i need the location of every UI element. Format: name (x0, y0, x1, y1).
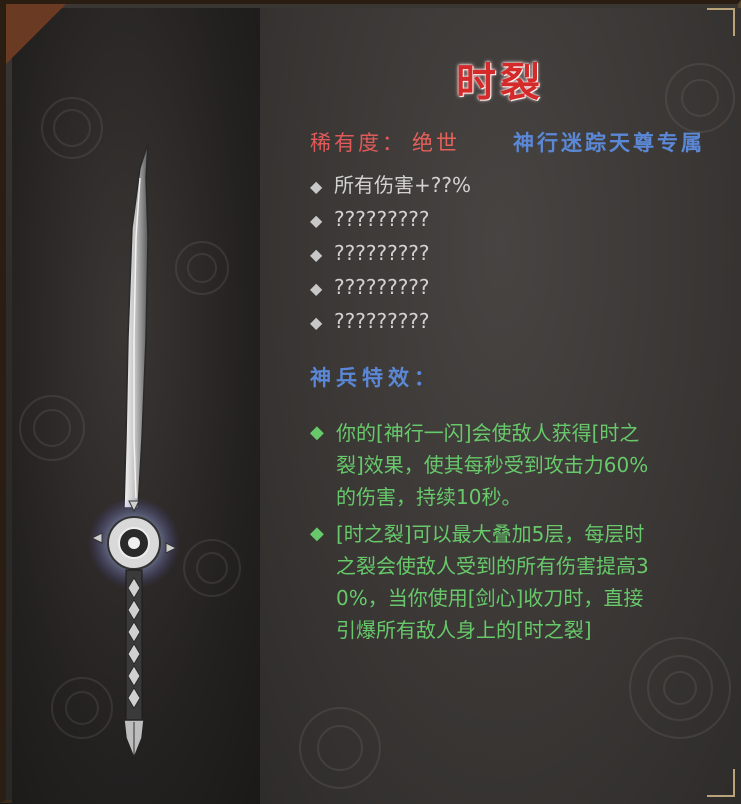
diamond-icon: ◆ (310, 422, 324, 443)
effect-line: 的伤害，持续10秒。 (336, 485, 522, 509)
stat-item: ◆ 所有伤害+??% (310, 172, 710, 206)
special-effect-item: ◆ 你的[神行一闪]会使敌人获得[时之 裂]效果，使其每秒受到攻击力60% 的伤… (308, 417, 708, 513)
effect-line: 引爆所有敌人身上的[时之裂] (336, 618, 592, 642)
diamond-icon: ◆ (310, 523, 324, 544)
stat-list: ◆ 所有伤害+??% ◆????????? ◆????????? ◆???????… (310, 172, 710, 342)
rarity-row: 稀有度： 绝世 神行迷踪天尊专属 (310, 127, 730, 157)
special-effect-heading: 神兵特效： (310, 365, 440, 390)
rarity-label: 稀有度： (310, 131, 406, 155)
stat-text: ????????? (334, 309, 430, 333)
weapon-art-panel (12, 8, 260, 804)
special-effect-item: ◆ [时之裂]可以最大叠加5层，每层时 之裂会使敌人受到的所有伤害提高3 0%，… (308, 518, 708, 646)
effect-line: 之裂会使敌人受到的所有伤害提高3 (336, 554, 649, 578)
diamond-icon: ◆ (310, 279, 323, 298)
item-tooltip-frame (0, 0, 741, 804)
stat-item: ◆????????? (310, 206, 710, 240)
rarity-value: 绝世 (412, 131, 460, 155)
diamond-icon: ◆ (310, 245, 323, 264)
stat-text: ????????? (334, 275, 430, 299)
frame-corner (6, 4, 66, 64)
stat-text: 所有伤害+??% (334, 173, 471, 197)
item-name: 时裂 (456, 59, 544, 106)
special-effect-list: ◆ 你的[神行一闪]会使敌人获得[时之 裂]效果，使其每秒受到攻击力60% 的伤… (308, 417, 708, 651)
stat-item: ◆????????? (310, 308, 710, 342)
stat-text: ????????? (334, 207, 430, 231)
stat-item: ◆????????? (310, 240, 710, 274)
stat-text: ????????? (334, 241, 430, 265)
exclusive-tag: 神行迷踪天尊专属 (513, 130, 705, 155)
diamond-icon: ◆ (310, 211, 323, 230)
stat-item: ◆????????? (310, 274, 710, 308)
diamond-icon: ◆ (310, 177, 323, 196)
diamond-icon: ◆ (310, 313, 323, 332)
sword-icon (88, 142, 180, 761)
frame-corner (707, 769, 735, 797)
frame-corner (707, 8, 735, 36)
effect-line: [时之裂]可以最大叠加5层，每层时 (336, 522, 645, 546)
effect-line: 你的[神行一闪]会使敌人获得[时之 (336, 421, 640, 445)
effect-line: 裂]效果，使其每秒受到攻击力60% (336, 453, 649, 477)
effect-line: 0%，当你使用[剑心]收刀时，直接 (336, 586, 644, 610)
